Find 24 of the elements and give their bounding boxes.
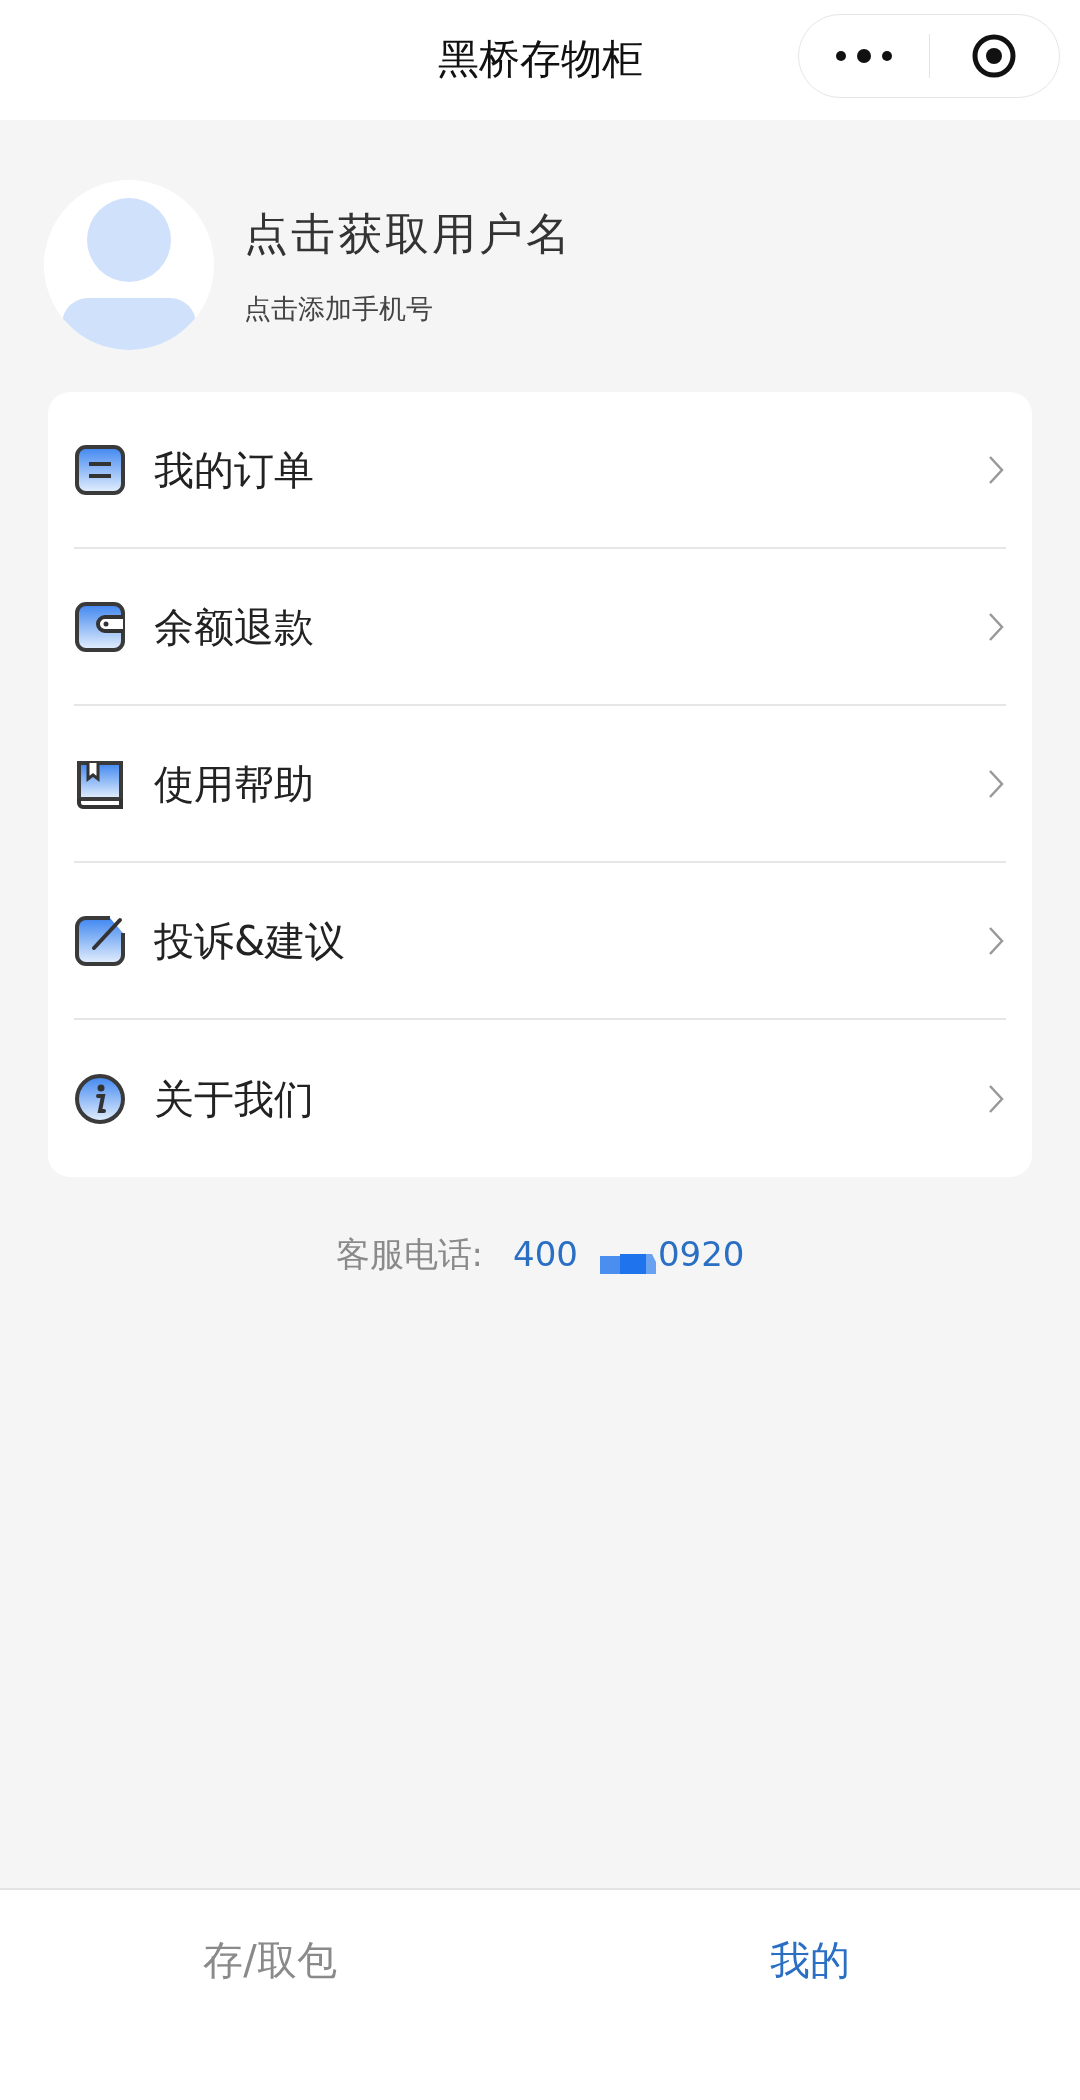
phone-link[interactable]: 点击添加手机号: [244, 288, 573, 330]
more-icon: [834, 49, 893, 63]
menu-item[interactable]: 我的订单: [74, 392, 1006, 549]
phone-number[interactable]: 400: [513, 1229, 578, 1280]
blur-patch: [599, 1251, 656, 1274]
page-title: 黑桥存物柜: [437, 34, 643, 86]
wallet-icon: [74, 600, 126, 653]
chevron-icon: [988, 1083, 1004, 1114]
chevron-icon: [988, 454, 1004, 485]
list-icon: [74, 443, 126, 496]
hotline-label: 客服电话:: [335, 1233, 483, 1276]
chevron-icon: [988, 768, 1004, 799]
menu-item[interactable]: 使用帮助: [74, 706, 1006, 863]
info-icon: [74, 1072, 126, 1125]
target-icon: [971, 33, 1018, 79]
menu-item[interactable]: 关于我们: [74, 1020, 1006, 1177]
phone-number[interactable]: 0920: [657, 1229, 745, 1280]
edit-icon: [74, 914, 126, 967]
menu-item[interactable]: 余额退款: [74, 549, 1006, 706]
tab[interactable]: 我的: [540, 1890, 1080, 2100]
menu-item[interactable]: 投诉&建议: [74, 863, 1006, 1020]
username-link[interactable]: 点击获取用户名: [244, 200, 573, 267]
chevron-icon: [988, 925, 1004, 956]
chevron-icon: [988, 611, 1004, 642]
